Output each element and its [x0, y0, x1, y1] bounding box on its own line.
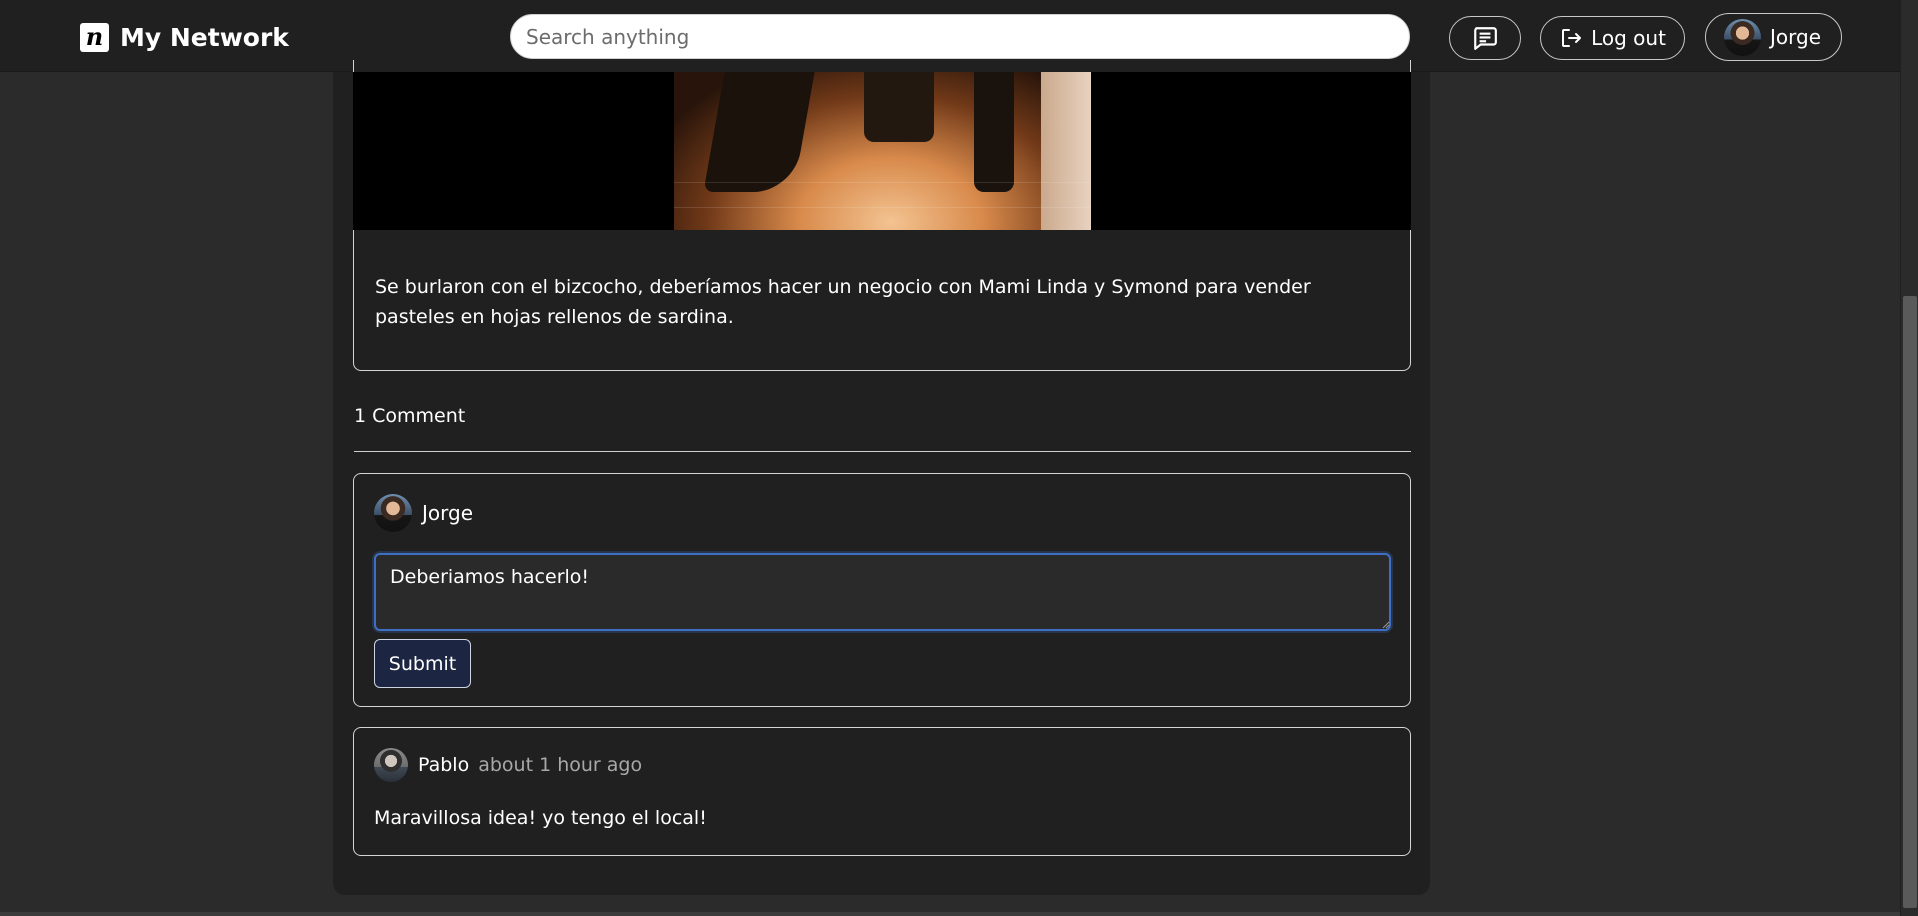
- submit-button[interactable]: Submit: [374, 639, 471, 688]
- comment-text: Maravillosa idea! yo tengo el local!: [374, 807, 707, 829]
- comment-item: Pablo about 1 hour ago Maravillosa idea!…: [353, 727, 1411, 856]
- comment-count: 1 Comment: [354, 405, 466, 427]
- post-image[interactable]: [674, 72, 1091, 230]
- resize-handle-icon[interactable]: [1382, 621, 1390, 629]
- comment-form: Jorge Deberiamos hacerlo! Submit: [353, 473, 1411, 707]
- avatar[interactable]: [374, 748, 408, 782]
- comment-form-user-name: Jorge: [422, 501, 474, 525]
- page-scrollbar[interactable]: [1900, 0, 1918, 916]
- brand-link[interactable]: n My Network: [80, 22, 289, 52]
- comment-header: Pablo about 1 hour ago: [374, 748, 642, 782]
- user-name: Jorge: [1770, 25, 1822, 49]
- comment-timestamp: about 1 hour ago: [478, 754, 643, 776]
- avatar: [374, 494, 412, 532]
- search-input[interactable]: [510, 14, 1410, 59]
- bottom-edge: [0, 912, 1900, 916]
- post-text: Se burlaron con el bizcocho, deberíamos …: [375, 276, 1311, 328]
- comment-input[interactable]: Deberiamos hacerlo!: [374, 553, 1391, 631]
- logout-button[interactable]: Log out: [1540, 16, 1685, 60]
- logout-icon: [1562, 29, 1582, 47]
- avatar: [1724, 18, 1761, 56]
- comment-author[interactable]: Pablo: [418, 754, 469, 776]
- comment-form-user: Jorge: [374, 494, 473, 532]
- post-media: [353, 72, 1411, 230]
- message-icon: [1474, 27, 1497, 50]
- scrollbar-thumb[interactable]: [1903, 296, 1917, 908]
- brand-logo-icon: n: [80, 22, 109, 52]
- brand-name: My Network: [120, 22, 289, 52]
- logout-label: Log out: [1591, 26, 1666, 50]
- divider: [354, 451, 1411, 452]
- messages-button[interactable]: [1449, 16, 1521, 60]
- user-menu-button[interactable]: Jorge: [1705, 13, 1842, 61]
